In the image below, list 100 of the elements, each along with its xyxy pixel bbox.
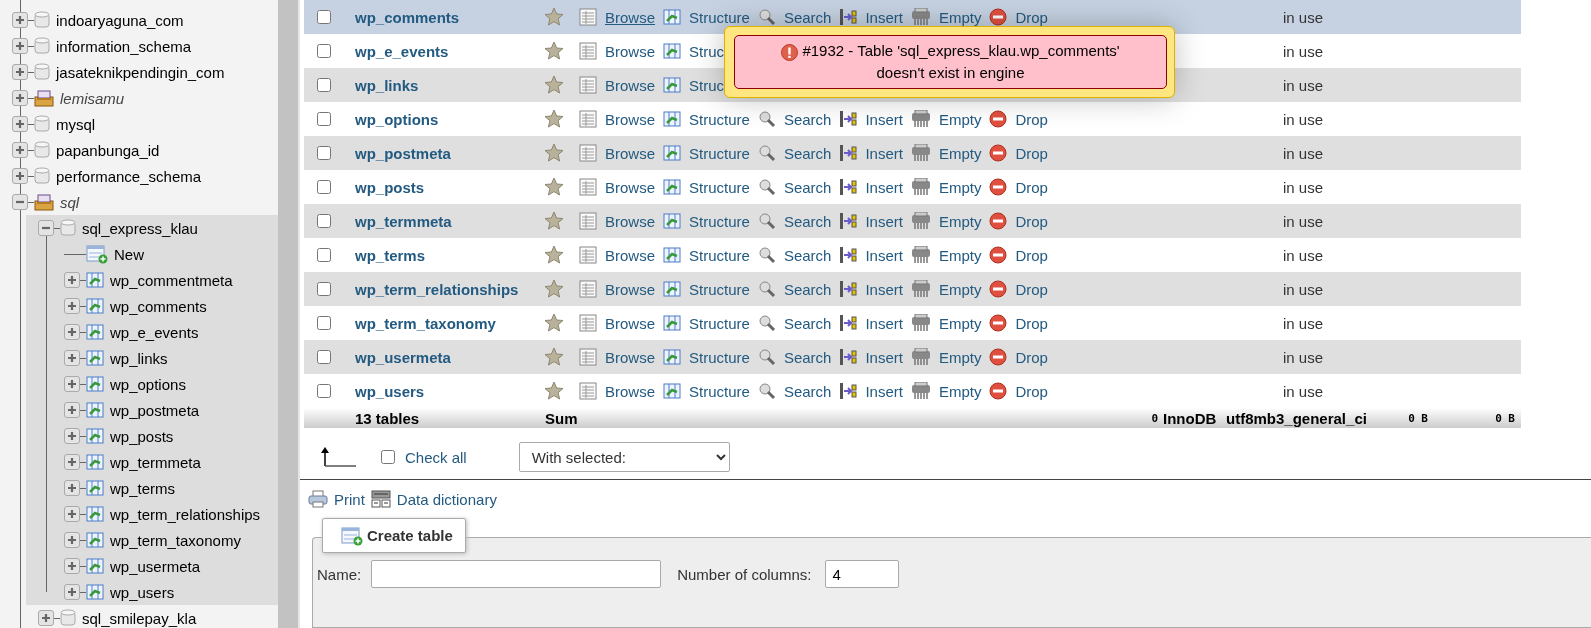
row-checkbox[interactable]: [317, 316, 331, 330]
expand-button[interactable]: [64, 324, 80, 340]
expand-button[interactable]: [64, 428, 80, 444]
drop-link[interactable]: Drop: [1015, 348, 1048, 366]
drop-link[interactable]: Drop: [1015, 110, 1048, 128]
tree-item[interactable]: sql_smilepay_kla: [82, 609, 197, 627]
drop-link[interactable]: Drop: [1015, 178, 1048, 196]
tree-item[interactable]: wp_term_taxonomy: [110, 531, 241, 549]
expand-button[interactable]: [64, 350, 80, 366]
drop-link[interactable]: Drop: [1015, 314, 1048, 332]
row-checkbox[interactable]: [317, 282, 331, 296]
table-name-link[interactable]: wp_options: [348, 110, 544, 128]
structure-link[interactable]: Structure: [689, 280, 750, 298]
expand-button[interactable]: [12, 142, 28, 158]
drop-link[interactable]: Drop: [1015, 144, 1048, 162]
insert-link[interactable]: Insert: [865, 314, 903, 332]
tree-item[interactable]: wp_comments: [110, 297, 207, 315]
structure-link[interactable]: Structure: [689, 348, 750, 366]
expand-button[interactable]: [64, 532, 80, 548]
expand-button[interactable]: [38, 610, 54, 626]
check-all-label[interactable]: Check all: [405, 448, 467, 466]
with-selected-dropdown[interactable]: With selected:: [518, 442, 730, 472]
table-name-link[interactable]: wp_links: [348, 76, 544, 94]
search-link[interactable]: Search: [783, 348, 832, 366]
browse-link[interactable]: Browse: [605, 178, 656, 196]
search-link[interactable]: Search: [783, 314, 832, 332]
expand-button[interactable]: [64, 454, 80, 470]
empty-link[interactable]: Empty: [938, 348, 982, 366]
insert-link[interactable]: Insert: [865, 280, 903, 298]
empty-link[interactable]: Empty: [938, 144, 982, 162]
drop-link[interactable]: Drop: [1015, 280, 1048, 298]
drop-link[interactable]: Drop: [1015, 246, 1048, 264]
table-name-link[interactable]: wp_postmeta: [348, 144, 544, 162]
expand-button[interactable]: [64, 376, 80, 392]
structure-link[interactable]: Structure: [689, 144, 750, 162]
empty-link[interactable]: Empty: [938, 382, 982, 400]
tree-item[interactable]: indoaryaguna_com: [56, 11, 184, 29]
tree-item[interactable]: wp_posts: [110, 427, 174, 445]
table-name-link[interactable]: wp_term_relationships: [348, 280, 544, 298]
browse-link[interactable]: Browse: [605, 314, 656, 332]
tree-item[interactable]: wp_users: [110, 583, 175, 601]
collapse-button[interactable]: [12, 194, 28, 210]
structure-link[interactable]: Structure: [689, 314, 750, 332]
row-checkbox[interactable]: [317, 146, 331, 160]
new-table-link[interactable]: New: [114, 245, 144, 263]
tree-item[interactable]: jasateknikpendingin_com: [56, 63, 225, 81]
tree-item[interactable]: wp_terms: [110, 479, 176, 497]
tree-item[interactable]: performance_schema: [56, 167, 202, 185]
row-checkbox[interactable]: [317, 112, 331, 126]
structure-link[interactable]: Struc: [689, 76, 725, 94]
collapse-button[interactable]: [38, 220, 54, 236]
row-checkbox[interactable]: [317, 180, 331, 194]
tree-item[interactable]: lemisamu: [60, 89, 125, 107]
row-checkbox[interactable]: [317, 10, 331, 24]
structure-link[interactable]: Structure: [689, 8, 750, 26]
expand-button[interactable]: [64, 272, 80, 288]
search-link[interactable]: Search: [783, 8, 832, 26]
expand-button[interactable]: [64, 298, 80, 314]
dictionary-link[interactable]: Data dictionary: [396, 490, 497, 508]
insert-link[interactable]: Insert: [865, 110, 903, 128]
input-field[interactable]: [371, 560, 662, 588]
table-name-link[interactable]: wp_usermeta: [348, 348, 544, 366]
search-link[interactable]: Search: [783, 110, 832, 128]
table-name-link[interactable]: wp_posts: [348, 178, 544, 196]
structure-link[interactable]: Structure: [689, 246, 750, 264]
browse-link[interactable]: Browse: [605, 76, 656, 94]
tree-item[interactable]: wp_links: [110, 349, 168, 367]
row-checkbox[interactable]: [317, 44, 331, 58]
tree-item[interactable]: wp_term_relationships: [110, 505, 261, 523]
structure-link[interactable]: Structure: [689, 382, 750, 400]
tree-item[interactable]: sql_express_klau: [82, 219, 198, 237]
search-link[interactable]: Search: [783, 280, 832, 298]
table-name-link[interactable]: wp_terms: [348, 246, 544, 264]
browse-link[interactable]: Browse: [605, 246, 656, 264]
insert-link[interactable]: Insert: [865, 8, 903, 26]
insert-link[interactable]: Insert: [865, 382, 903, 400]
expand-button[interactable]: [64, 584, 80, 600]
expand-button[interactable]: [64, 402, 80, 418]
empty-link[interactable]: Empty: [938, 314, 982, 332]
print-link[interactable]: Print: [334, 490, 365, 508]
tree-item[interactable]: information_schema: [56, 37, 192, 55]
tree-item[interactable]: papanbunga_id: [56, 141, 160, 159]
create-table-button[interactable]: Create table: [322, 518, 466, 553]
tree-item[interactable]: mysql: [56, 115, 96, 133]
drop-link[interactable]: Drop: [1015, 8, 1048, 26]
structure-link[interactable]: Struc: [689, 42, 725, 60]
empty-link[interactable]: Empty: [938, 8, 982, 26]
row-checkbox[interactable]: [317, 248, 331, 262]
structure-link[interactable]: Structure: [689, 178, 750, 196]
table-name-link[interactable]: wp_termmeta: [348, 212, 544, 230]
expand-button[interactable]: [12, 38, 28, 54]
drop-link[interactable]: Drop: [1015, 212, 1048, 230]
expand-button[interactable]: [12, 168, 28, 184]
expand-button[interactable]: [64, 480, 80, 496]
insert-link[interactable]: Insert: [865, 144, 903, 162]
row-checkbox[interactable]: [317, 214, 331, 228]
expand-button[interactable]: [12, 64, 28, 80]
empty-link[interactable]: Empty: [938, 246, 982, 264]
browse-link[interactable]: Browse: [605, 42, 656, 60]
empty-link[interactable]: Empty: [938, 110, 982, 128]
